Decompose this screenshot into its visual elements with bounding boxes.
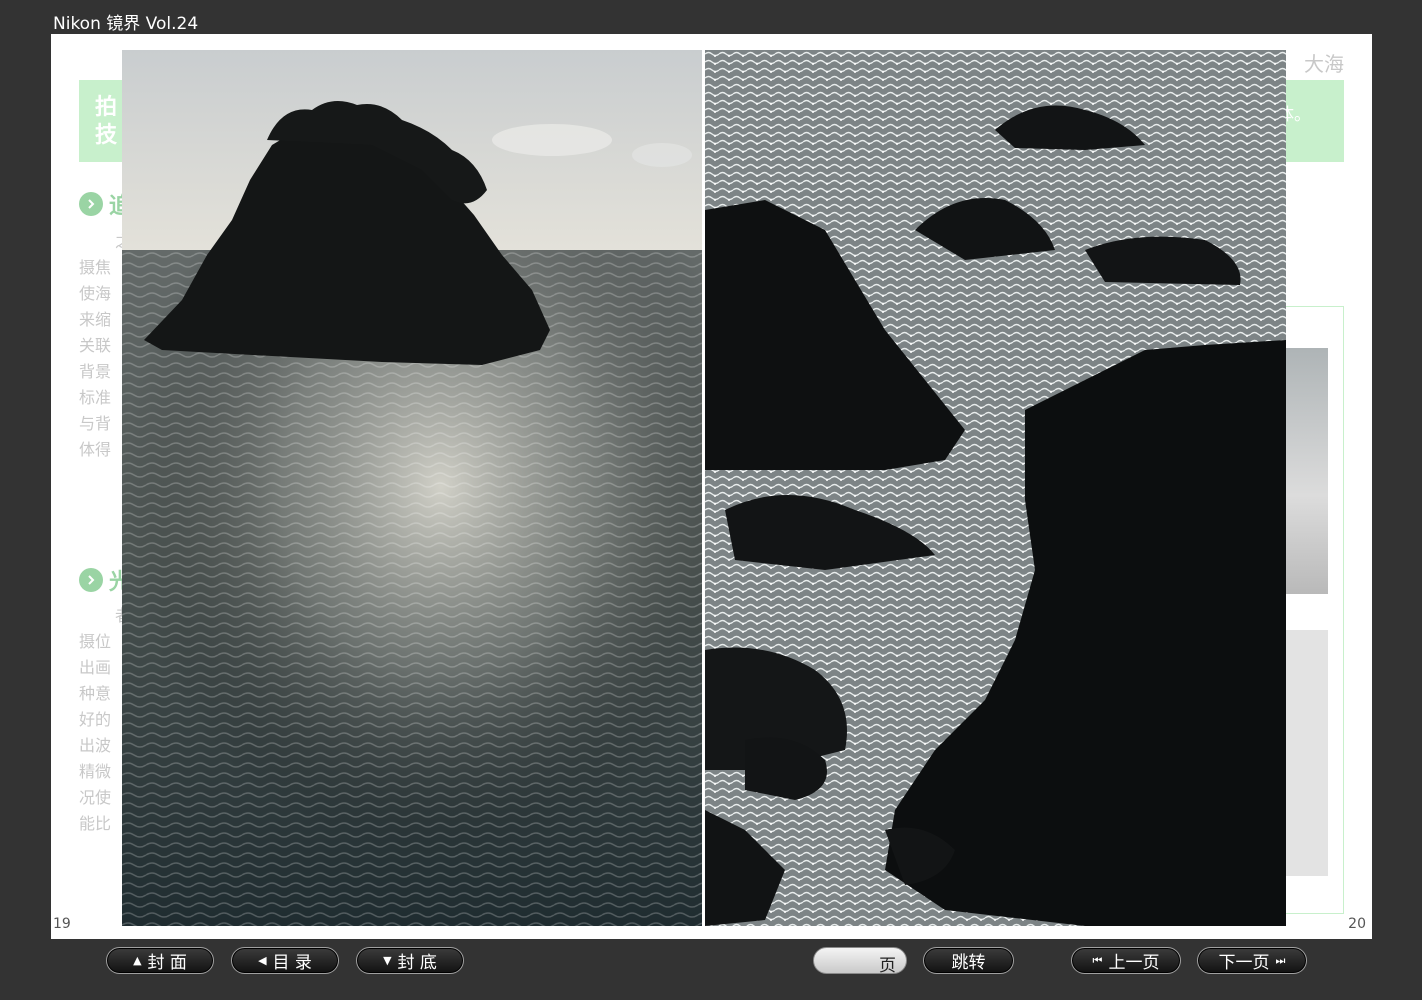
body-line: 摄焦 [79, 258, 112, 277]
triangle-up-icon: ▲ [133, 954, 142, 967]
jump-button-label: 跳转 [951, 953, 986, 973]
cover-button[interactable]: ▲ 封 面 [106, 947, 214, 974]
body-line: 好的 [79, 710, 112, 729]
next-page-label: 下一页 [1218, 953, 1270, 973]
prev-page-button[interactable]: ⏮ 上一页 [1071, 947, 1181, 974]
body-line: 况使 [79, 788, 112, 807]
body-line: 能比 [79, 814, 112, 833]
magazine-viewer: Nikon 镜界 Vol.24 大海 拍 技 体。 追 之 摄焦 使海 来缩 关… [0, 0, 1422, 1000]
page-number-left: 19 [53, 916, 71, 932]
body-line: 来缩 [79, 310, 112, 329]
triangle-down-icon: ▼ [383, 954, 392, 967]
body-line: 精微 [79, 762, 112, 781]
body-line: 使海 [79, 284, 112, 303]
background-photo [1283, 348, 1328, 594]
jump-button[interactable]: 跳转 [923, 947, 1014, 974]
body-line: 标准 [79, 388, 112, 407]
chevron-right-icon [79, 192, 103, 216]
triangle-left-icon: ◀ [258, 954, 267, 967]
background-photo [1283, 630, 1328, 876]
cover-button-label: 封 面 [147, 953, 187, 973]
next-page-button[interactable]: 下一页 ⏭ [1197, 947, 1307, 974]
page-number-right: 20 [1348, 916, 1366, 932]
body-line: 关联 [79, 336, 112, 355]
banner-left-text: 拍 技 [95, 95, 118, 148]
page-unit-label: 页 [879, 956, 896, 976]
prev-page-label: 上一页 [1108, 953, 1160, 973]
body-line: 背景 [79, 362, 112, 381]
toc-button-label: 目 录 [272, 953, 312, 973]
body-line: 种意 [79, 684, 112, 703]
back-cover-button[interactable]: ▼ 封 底 [356, 947, 464, 974]
page-number-field[interactable]: 页 [813, 947, 907, 976]
body-line: 体得 [79, 440, 112, 459]
body-line: 摄位 [79, 632, 112, 651]
back-cover-button-label: 封 底 [397, 953, 437, 973]
window-title: Nikon 镜界 Vol.24 [53, 14, 199, 34]
body-line: 出波 [79, 736, 112, 755]
body-line: 与背 [79, 414, 112, 433]
chevron-right-icon [79, 568, 103, 592]
page-number-input[interactable] [824, 952, 876, 970]
rocky-shore-photo [705, 50, 1286, 926]
toc-button[interactable]: ◀ 目 录 [231, 947, 339, 974]
section-label: 大海 [1304, 52, 1344, 76]
skip-forward-icon: ⏭ [1275, 953, 1286, 967]
page-spread: 大海 拍 技 体。 追 之 摄焦 使海 来缩 关联 背景 标准 与背 体得 光 … [51, 34, 1372, 939]
body-line: 出画 [79, 658, 112, 677]
skip-back-icon: ⏮ [1092, 953, 1103, 967]
island-silhouette-photo [122, 50, 702, 926]
